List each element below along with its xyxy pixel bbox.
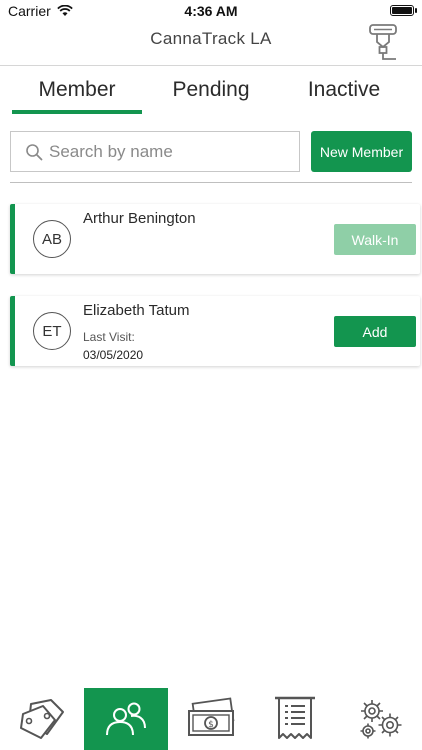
app-title: CannaTrack LA: [150, 29, 272, 48]
status-time: 4:36 AM: [184, 3, 238, 19]
tab-bar-cash[interactable]: $: [169, 688, 253, 750]
search-icon: [26, 144, 43, 161]
navigation-bar: CannaTrack LA: [0, 22, 422, 66]
member-name: Elizabeth Tatum: [83, 302, 190, 319]
tab-bar-members[interactable]: [84, 688, 168, 750]
last-visit-date: 03/05/2020: [83, 348, 144, 362]
search-divider: [10, 182, 412, 183]
status-bar: Carrier 4:36 AM: [0, 0, 422, 22]
new-member-button[interactable]: New Member: [311, 131, 412, 172]
active-tab-indicator: [12, 110, 142, 114]
search-input[interactable]: [49, 132, 289, 171]
member-status-tabs: Member Pending Inactive: [0, 78, 422, 118]
add-button[interactable]: Add: [334, 316, 416, 347]
member-card[interactable]: ET Elizabeth Tatum Last Visit: 03/05/202…: [10, 296, 420, 366]
avatar: AB: [33, 220, 71, 258]
tab-bar-receipts[interactable]: [253, 688, 337, 750]
svg-text:$: $: [208, 720, 214, 730]
walk-in-button[interactable]: Walk-In: [334, 224, 416, 255]
member-card[interactable]: AB Arthur Benington Walk-In: [10, 204, 420, 274]
battery-icon: [390, 5, 417, 16]
last-visit-label: Last Visit:: [83, 330, 135, 344]
settings-gears-icon: [360, 700, 402, 739]
receipt-icon: [275, 696, 315, 739]
cash-icon: $: [188, 697, 235, 736]
members-icon: [106, 702, 146, 736]
scanner-button[interactable]: [366, 22, 400, 64]
tab-member[interactable]: Member: [12, 78, 142, 114]
tab-bar-products[interactable]: [0, 688, 84, 750]
tab-pending[interactable]: Pending: [146, 78, 276, 114]
bottom-tab-bar: $: [0, 688, 422, 750]
search-box[interactable]: [10, 131, 300, 172]
avatar: ET: [33, 312, 71, 350]
tab-bar-settings[interactable]: [338, 688, 422, 750]
tab-inactive[interactable]: Inactive: [279, 78, 409, 114]
tags-icon: [20, 699, 64, 739]
scanner-icon: [369, 24, 397, 60]
member-name: Arthur Benington: [83, 210, 196, 227]
